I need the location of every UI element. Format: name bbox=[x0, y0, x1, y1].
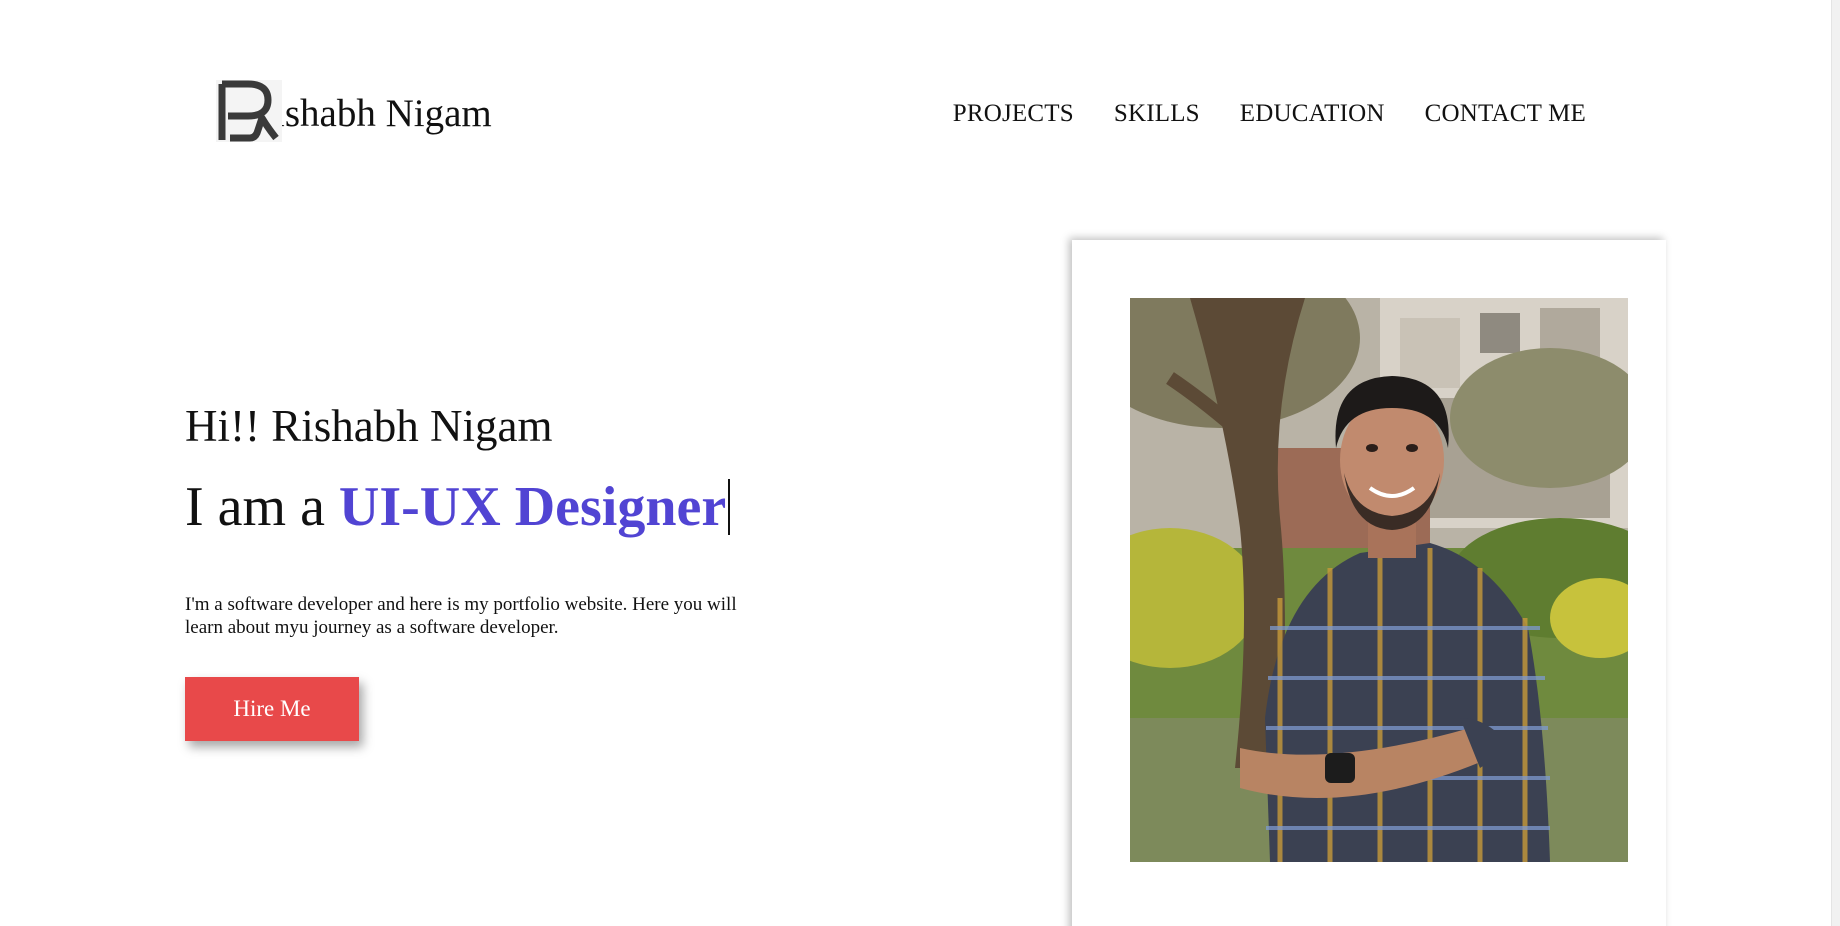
main-nav: PROJECTS SKILLS EDUCATION CONTACT ME bbox=[953, 100, 1586, 128]
brand-name: ishabh Nigam bbox=[274, 92, 492, 135]
profile-photo bbox=[1130, 298, 1628, 862]
greeting-heading: Hi!! Rishabh Nigam bbox=[185, 401, 553, 451]
nav-education[interactable]: EDUCATION bbox=[1240, 100, 1385, 128]
role-heading: I am a UI-UX Designer bbox=[185, 479, 765, 535]
profile-photo-card bbox=[1072, 240, 1666, 926]
portrait-photo-icon bbox=[1130, 298, 1628, 862]
role-prefix: I am a bbox=[185, 476, 339, 538]
intro-paragraph: I'm a software developer and here is my … bbox=[185, 594, 737, 638]
logo-r-icon bbox=[216, 80, 282, 142]
brand[interactable]: ishabh Nigam bbox=[216, 80, 492, 142]
hero-section: Hi!! Rishabh Nigam I am a UI-UX Designer… bbox=[185, 404, 765, 741]
typed-role: UI-UX Designer bbox=[338, 476, 727, 538]
portfolio-page: ishabh Nigam PROJECTS SKILLS EDUCATION C… bbox=[0, 0, 1840, 926]
nav-skills[interactable]: SKILLS bbox=[1114, 100, 1200, 128]
nav-contact-me[interactable]: CONTACT ME bbox=[1425, 100, 1586, 128]
hire-me-button[interactable]: Hire Me bbox=[185, 677, 359, 741]
typing-cursor bbox=[728, 479, 731, 535]
nav-projects[interactable]: PROJECTS bbox=[953, 100, 1074, 128]
vertical-scrollbar[interactable] bbox=[1831, 0, 1840, 926]
